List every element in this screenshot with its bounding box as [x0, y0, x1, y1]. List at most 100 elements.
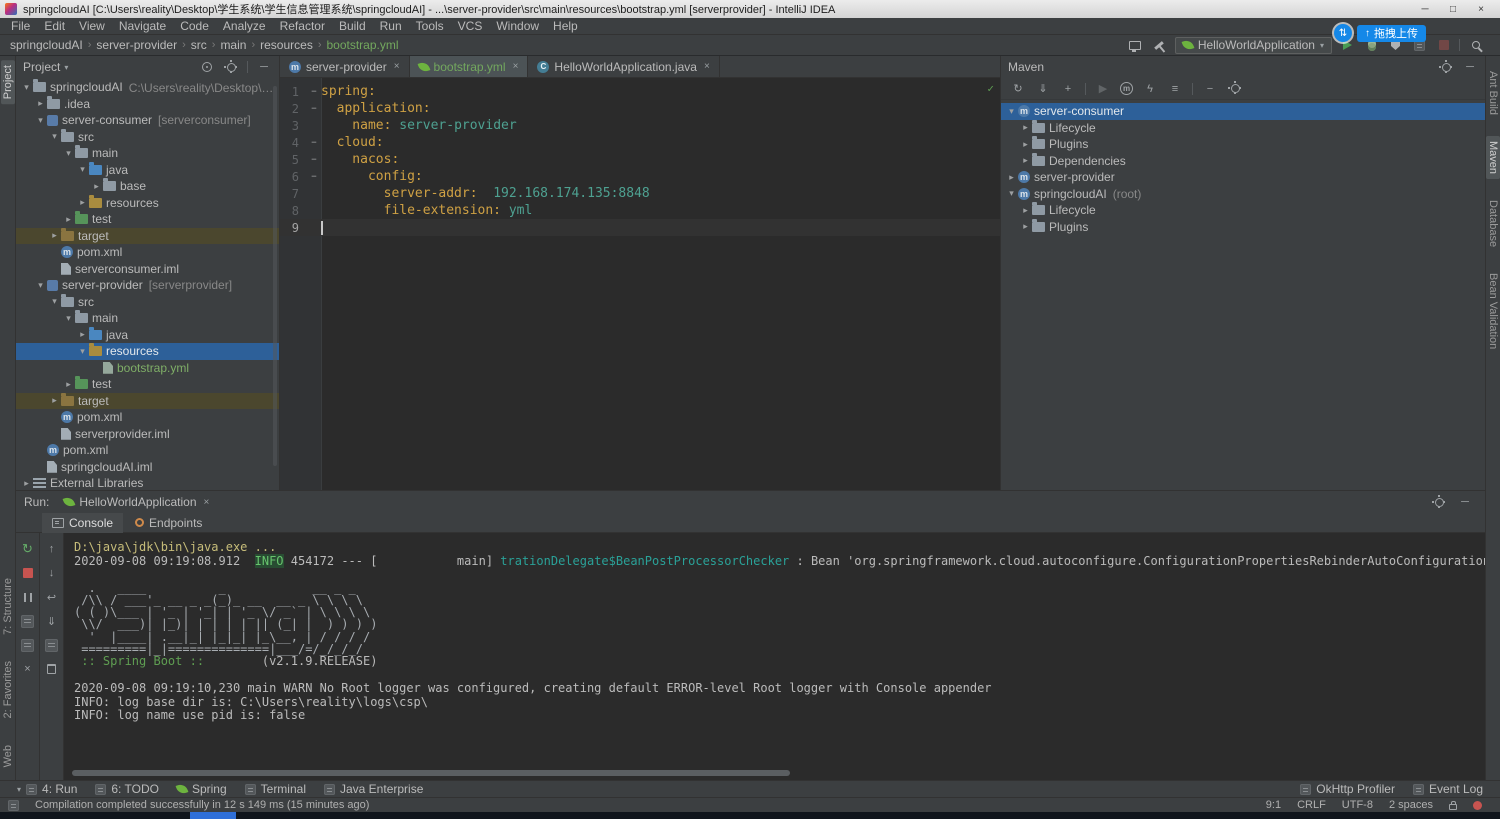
editor-tab-helloworldapplication-java[interactable]: C HelloWorldApplication.java ×: [528, 56, 720, 77]
tree-expand-icon[interactable]: ▸: [1005, 172, 1018, 183]
menu-help[interactable]: Help: [546, 19, 585, 33]
project-row-java[interactable]: ▾ java: [16, 161, 279, 179]
tool-window-button-database[interactable]: Database: [1486, 195, 1500, 252]
editor-line[interactable]: 5− nacos:: [280, 151, 1000, 168]
encoding-widget[interactable]: UTF-8: [1342, 799, 1373, 811]
maximize-button[interactable]: □: [1439, 4, 1467, 15]
project-row-external-libraries[interactable]: ▸ External Libraries: [16, 475, 279, 490]
project-row-serverconsumer-iml[interactable]: serverconsumer.iml: [16, 261, 279, 278]
editor-line[interactable]: 2− application:: [280, 100, 1000, 117]
menu-file[interactable]: File: [4, 19, 37, 33]
maven-row-plugins[interactable]: ▸ Plugins: [1001, 136, 1485, 153]
restore-layout-icon[interactable]: [20, 613, 36, 629]
tab-endpoints[interactable]: Endpoints: [125, 513, 212, 533]
tool-window-button-spring[interactable]: Spring: [168, 781, 236, 797]
tool-window-button-terminal[interactable]: Terminal: [236, 781, 315, 797]
tree-expand-icon[interactable]: ▸: [62, 379, 75, 390]
hide-panel-icon[interactable]: ─: [256, 59, 272, 75]
maven-show-dependencies-icon[interactable]: ≡: [1167, 81, 1183, 97]
maven-add-profile-icon[interactable]: +: [1060, 81, 1076, 97]
tree-expand-icon[interactable]: ▸: [76, 329, 89, 340]
locate-file-icon[interactable]: [199, 59, 215, 75]
project-row-java[interactable]: ▸ java: [16, 326, 279, 344]
tree-expand-icon[interactable]: ▸: [90, 181, 103, 192]
run-tab[interactable]: HelloWorldApplication ×: [57, 491, 216, 513]
editor-line[interactable]: 1− spring:: [280, 83, 1000, 100]
dropdown-caret-icon[interactable]: ▾: [17, 785, 21, 794]
maven-row-lifecycle[interactable]: ▸ Lifecycle: [1001, 119, 1485, 137]
maven-refresh-icon[interactable]: ↻: [1010, 81, 1026, 97]
tree-collapse-icon[interactable]: ▾: [34, 115, 47, 126]
monitor-icon[interactable]: [1127, 37, 1144, 54]
maven-collapse-all-icon[interactable]: −: [1202, 81, 1218, 97]
fold-collapse-icon[interactable]: −: [307, 138, 321, 148]
tree-collapse-icon[interactable]: ▾: [1005, 188, 1018, 199]
tree-collapse-icon[interactable]: ▾: [62, 313, 75, 324]
tree-expand-icon[interactable]: ▸: [20, 478, 33, 489]
maven-toggle-skip-tests-icon[interactable]: ϟ: [1142, 81, 1158, 97]
maven-row-dependencies[interactable]: ▸ Dependencies: [1001, 152, 1485, 170]
project-view-select[interactable]: Project: [23, 60, 60, 74]
editor-line[interactable]: 9: [280, 219, 1000, 236]
project-row-springcloudai-iml[interactable]: springcloudAI.iml: [16, 459, 279, 476]
tool-window-button-7-structure[interactable]: 7: Structure: [1, 573, 15, 640]
maven-row-springcloudai[interactable]: ▾ m springcloudAI (root): [1001, 186, 1485, 203]
project-row-src[interactable]: ▾ src: [16, 128, 279, 146]
close-tab-icon[interactable]: ×: [704, 61, 710, 72]
console-output[interactable]: D:\java\jdk\bin\java.exe ... 2020-09-08 0…: [64, 533, 1485, 780]
hide-panel-icon[interactable]: ─: [1457, 494, 1473, 510]
tool-window-toggle-icon[interactable]: [8, 799, 19, 811]
editor-body[interactable]: 1− spring: 2− application: 3 name: server-p…: [280, 78, 1000, 490]
tool-window-button-java-enterprise[interactable]: Java Enterprise: [315, 781, 432, 797]
menu-tools[interactable]: Tools: [409, 19, 451, 33]
maven-run-configuration-icon[interactable]: ▶: [1095, 81, 1111, 97]
hide-panel-icon[interactable]: ─: [1462, 59, 1478, 75]
project-row-pom-xml[interactable]: m pom.xml: [16, 442, 279, 459]
menu-edit[interactable]: Edit: [37, 19, 72, 33]
pause-output-icon[interactable]: [20, 589, 36, 605]
tree-collapse-icon[interactable]: ▾: [20, 82, 33, 93]
readonly-lock-icon[interactable]: [1449, 800, 1457, 810]
menu-navigate[interactable]: Navigate: [112, 19, 173, 33]
pin-tab-icon[interactable]: [20, 637, 36, 653]
editor-line[interactable]: 7 server-addr: 192.168.174.135:8848: [280, 185, 1000, 202]
stop-icon[interactable]: [20, 565, 36, 581]
project-row-serverprovider-iml[interactable]: serverprovider.iml: [16, 426, 279, 443]
fold-collapse-icon[interactable]: −: [307, 87, 321, 97]
tree-collapse-icon[interactable]: ▾: [48, 131, 61, 142]
maven-row-lifecycle[interactable]: ▸ Lifecycle: [1001, 202, 1485, 219]
tree-expand-icon[interactable]: ▸: [1019, 139, 1032, 150]
notifications-icon[interactable]: [1473, 800, 1482, 810]
project-row-base[interactable]: ▸ base: [16, 178, 279, 195]
project-row-resources[interactable]: ▾ resources: [16, 343, 279, 360]
indent-widget[interactable]: 2 spaces: [1389, 799, 1433, 811]
tree-expand-icon[interactable]: ▸: [1019, 221, 1032, 232]
settings-gear-icon[interactable]: [1431, 494, 1447, 510]
upload-tool-logo-icon[interactable]: ⇅: [1334, 24, 1352, 42]
project-row-src[interactable]: ▾ src: [16, 293, 279, 311]
minimize-button[interactable]: ─: [1411, 4, 1439, 15]
menu-run[interactable]: Run: [373, 19, 409, 33]
menu-code[interactable]: Code: [173, 19, 216, 33]
project-row-target[interactable]: ▸ target: [16, 227, 279, 244]
inspections-ok-icon[interactable]: ✓: [987, 82, 994, 95]
tool-window-button-bean-validation[interactable]: Bean Validation: [1486, 268, 1500, 354]
menu-view[interactable]: View: [72, 19, 112, 33]
project-row-server-provider[interactable]: ▾ server-provider [serverprovider]: [16, 277, 279, 294]
print-icon[interactable]: [44, 637, 60, 653]
tree-collapse-icon[interactable]: ▾: [62, 148, 75, 159]
rerun-icon[interactable]: ↻: [20, 541, 36, 557]
tree-expand-icon[interactable]: ▸: [76, 197, 89, 208]
project-row-main[interactable]: ▾ main: [16, 310, 279, 327]
project-row-springcloudai[interactable]: ▾ springcloudAI C:\Users\reality\Desktop\学…: [16, 79, 279, 96]
breadcrumb-src[interactable]: src: [191, 38, 207, 52]
tree-collapse-icon[interactable]: ▾: [34, 280, 47, 291]
project-row-main[interactable]: ▾ main: [16, 145, 279, 162]
editor-line[interactable]: 4− cloud:: [280, 134, 1000, 151]
maven-row-server-consumer[interactable]: ▾ m server-consumer: [1001, 103, 1485, 120]
tree-collapse-icon[interactable]: ▾: [1005, 106, 1018, 117]
drag-upload-button[interactable]: ↑ 拖拽上传: [1357, 24, 1426, 42]
tree-expand-icon[interactable]: ▸: [34, 98, 47, 109]
project-row-pom-xml[interactable]: m pom.xml: [16, 244, 279, 261]
tree-collapse-icon[interactable]: ▾: [48, 296, 61, 307]
